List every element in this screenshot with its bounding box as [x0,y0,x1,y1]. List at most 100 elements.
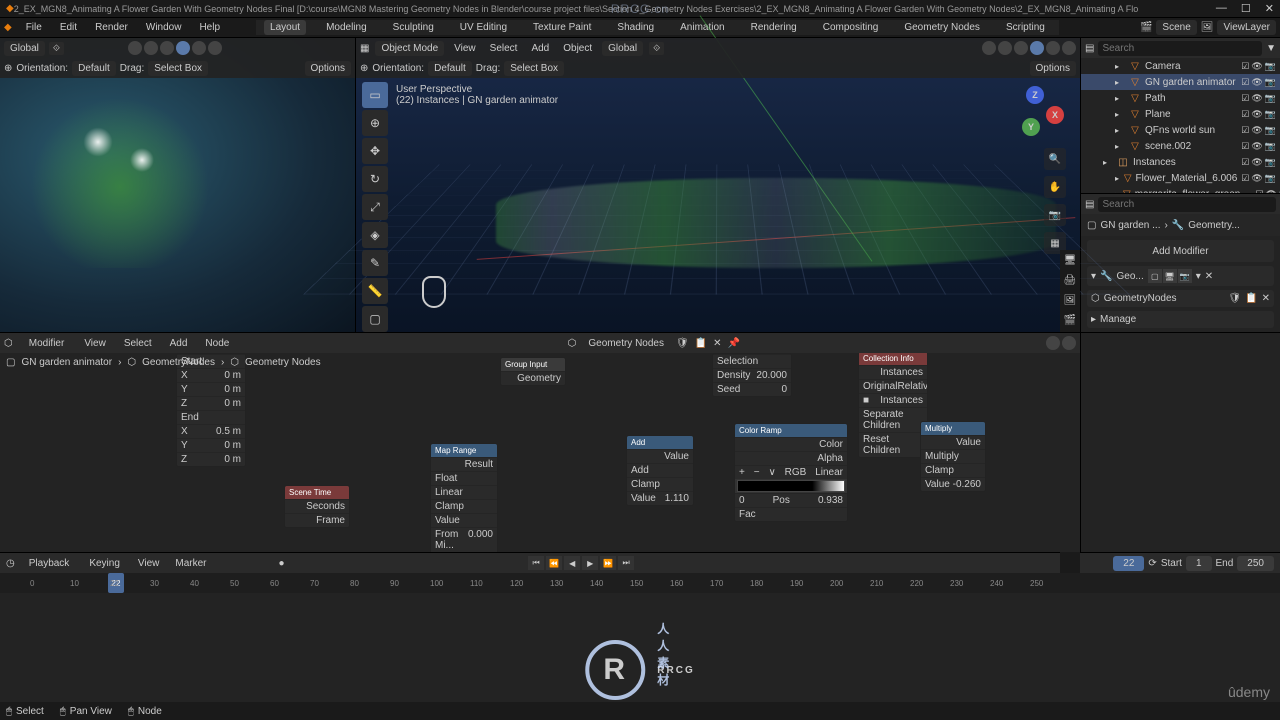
node-path-obj[interactable]: GN garden animator [21,357,112,368]
xray-icon[interactable] [998,41,1012,55]
current-frame[interactable]: 22 [1113,556,1144,571]
shade-render-icon[interactable] [1062,41,1076,55]
shade-solid-icon[interactable] [1030,41,1044,55]
tree-toggle-icon[interactable]: ▸ [1115,78,1125,87]
left-shade-wire-icon[interactable] [160,41,174,55]
tab-layout[interactable]: Layout [264,20,306,35]
vp-orientation-drop[interactable]: Default [428,61,472,76]
tree-toggle-icon[interactable]: ▸ [1115,110,1125,119]
node-node[interactable]: Node [201,336,233,351]
render-vis-icon[interactable]: 📷 [1265,61,1276,72]
color-ramp-title[interactable]: Color Ramp [735,424,847,437]
visibility-icon[interactable]: 👁 [1251,93,1262,104]
node-view[interactable]: View [80,336,110,351]
manage-row[interactable]: ▸ Manage [1087,311,1274,328]
tool-annotate[interactable]: ✎ [362,250,388,276]
tree-toggle-icon[interactable]: ▸ [1115,142,1125,151]
exclude-icon[interactable]: ☑ [1241,125,1249,136]
prop-tab-render[interactable]: 🖥 [1060,250,1080,270]
mod-edit-icon[interactable]: ▢ [1148,269,1162,283]
vp-global-drop[interactable]: Global [602,41,643,56]
editor-type-icon[interactable]: ▦ [360,43,369,54]
prev-key-icon[interactable]: ⏪ [546,556,562,570]
start-frame[interactable]: 1 [1186,556,1212,571]
node-path-group[interactable]: Geometry Nodes [245,357,321,368]
nodetree-dup-icon[interactable]: 📋 [695,338,707,349]
add-title[interactable]: Add [627,436,693,449]
prop-tab-scene[interactable]: 🎬 [1060,310,1080,330]
color-ramp-gradient[interactable] [737,480,845,492]
overlay-icon[interactable] [982,41,996,55]
play-icon[interactable]: ▶ [582,556,598,570]
vp-add[interactable]: Add [527,41,553,56]
render-vis-icon[interactable]: 📷 [1265,125,1276,136]
nodetree-unlink-icon[interactable]: ✕ [713,338,721,349]
mod-close-icon[interactable]: ✕ [1205,271,1213,282]
menu-window[interactable]: Window [142,20,186,35]
sync-icon[interactable]: ⟳ [1148,558,1156,569]
visibility-icon[interactable]: 👁 [1251,109,1262,120]
exclude-icon[interactable]: ☑ [1241,93,1249,104]
mod-realtime-icon[interactable]: 🖥 [1163,269,1177,283]
node-overlay-icon[interactable] [1046,336,1060,350]
prop-tab-viewlayer[interactable]: 🖼 [1060,290,1080,310]
tl-view[interactable]: View [134,556,164,571]
outliner-row[interactable]: ▸ ▽ Flower_Material_6.006 ☑👁📷 [1081,170,1280,186]
nodetree-name[interactable]: Geometry Nodes [582,336,670,351]
scene-selector[interactable]: Scene [1156,20,1196,35]
nodegroup-name[interactable]: GeometryNodes [1104,293,1177,304]
close-button[interactable]: ✕ [1265,2,1274,15]
add-modifier-button[interactable]: Add Modifier [1087,240,1274,262]
end-frame[interactable]: 250 [1237,556,1274,571]
group-input-title[interactable]: Group Input [501,358,565,371]
filter-icon[interactable]: ▼ [1266,43,1276,54]
tab-sculpting[interactable]: Sculpting [387,20,440,35]
node-add[interactable]: Add [166,336,192,351]
scene-time-title[interactable]: Scene Time [285,486,349,499]
outliner-row[interactable]: ▸ ▽ GN garden animator ☑👁📷 [1081,74,1280,90]
vp-link-icon[interactable]: ⟐ [649,42,664,55]
node-add[interactable]: Add Value Add Clamp Value1.110 [626,435,694,506]
node-editor-type-icon[interactable]: ⬡ [4,338,13,349]
menu-edit[interactable]: Edit [56,20,81,35]
tree-toggle-icon[interactable]: ▸ [1103,158,1113,167]
visibility-icon[interactable]: 👁 [1251,61,1262,72]
render-vis-icon[interactable]: 📷 [1265,109,1276,120]
exclude-icon[interactable]: ☑ [1241,157,1249,168]
left-options[interactable]: Options [305,61,351,76]
left-viewport[interactable]: Global ⟐ ⊕ Orientation: Default Drag: Se… [0,38,355,332]
tool-move[interactable]: ✥ [362,138,388,164]
left-global-drop[interactable]: Global [4,41,45,56]
node-multiply[interactable]: Multiply Value Multiply Clamp Value-0.26… [920,421,986,492]
node-color-ramp[interactable]: Color Ramp Color Alpha +−∨RGBLinear 0Pos… [734,423,848,522]
tab-geonodes[interactable]: Geometry Nodes [898,20,986,35]
left-snap-icon[interactable] [128,41,142,55]
exclude-icon[interactable]: ☑ [1241,141,1249,152]
visibility-icon[interactable]: 👁 [1251,157,1262,168]
viewlayer-selector[interactable]: ViewLayer [1217,20,1276,35]
props-type-icon[interactable]: ▤ [1085,199,1094,210]
tool-add-cube[interactable]: ▢ [362,306,388,332]
vp-view[interactable]: View [450,41,480,56]
gizmo-y[interactable]: Y [1022,118,1040,136]
tl-playback[interactable]: Playback [23,556,76,571]
node-vector[interactable]: Start X0 m Y0 m Z0 m End X0.5 m Y0 m Z0 … [176,353,246,467]
render-vis-icon[interactable]: 📷 [1265,77,1276,88]
shade-wire-icon[interactable] [1014,41,1028,55]
node-modifier-drop[interactable]: Modifier [23,336,71,351]
node-group-input[interactable]: Group Input Geometry [500,357,566,386]
next-key-icon[interactable]: ⏩ [600,556,616,570]
node-editor[interactable]: ⬡ Modifier View Select Add Node ⬡ Geomet… [0,333,1080,552]
outliner-row[interactable]: ▸ ◫ Instances ☑👁📷 [1081,154,1280,170]
props-search[interactable] [1098,197,1276,212]
timeline-ruler[interactable]: 22 0102230405060708090100110120130140150… [0,573,1280,593]
mod-dropdown-icon[interactable]: ▾ [1196,271,1201,282]
left-snap2-icon[interactable] [144,41,158,55]
right-viewport[interactable]: ▦ Object Mode View Select Add Object Glo… [355,38,1080,332]
render-vis-icon[interactable]: 📷 [1265,93,1276,104]
left-shade-mat-icon[interactable] [192,41,206,55]
modifier-name[interactable]: Geo... [1116,271,1143,282]
tree-toggle-icon[interactable]: ▸ [1115,174,1120,183]
mode-drop[interactable]: Object Mode [375,41,444,56]
left-shade-solid-icon[interactable] [176,41,190,55]
